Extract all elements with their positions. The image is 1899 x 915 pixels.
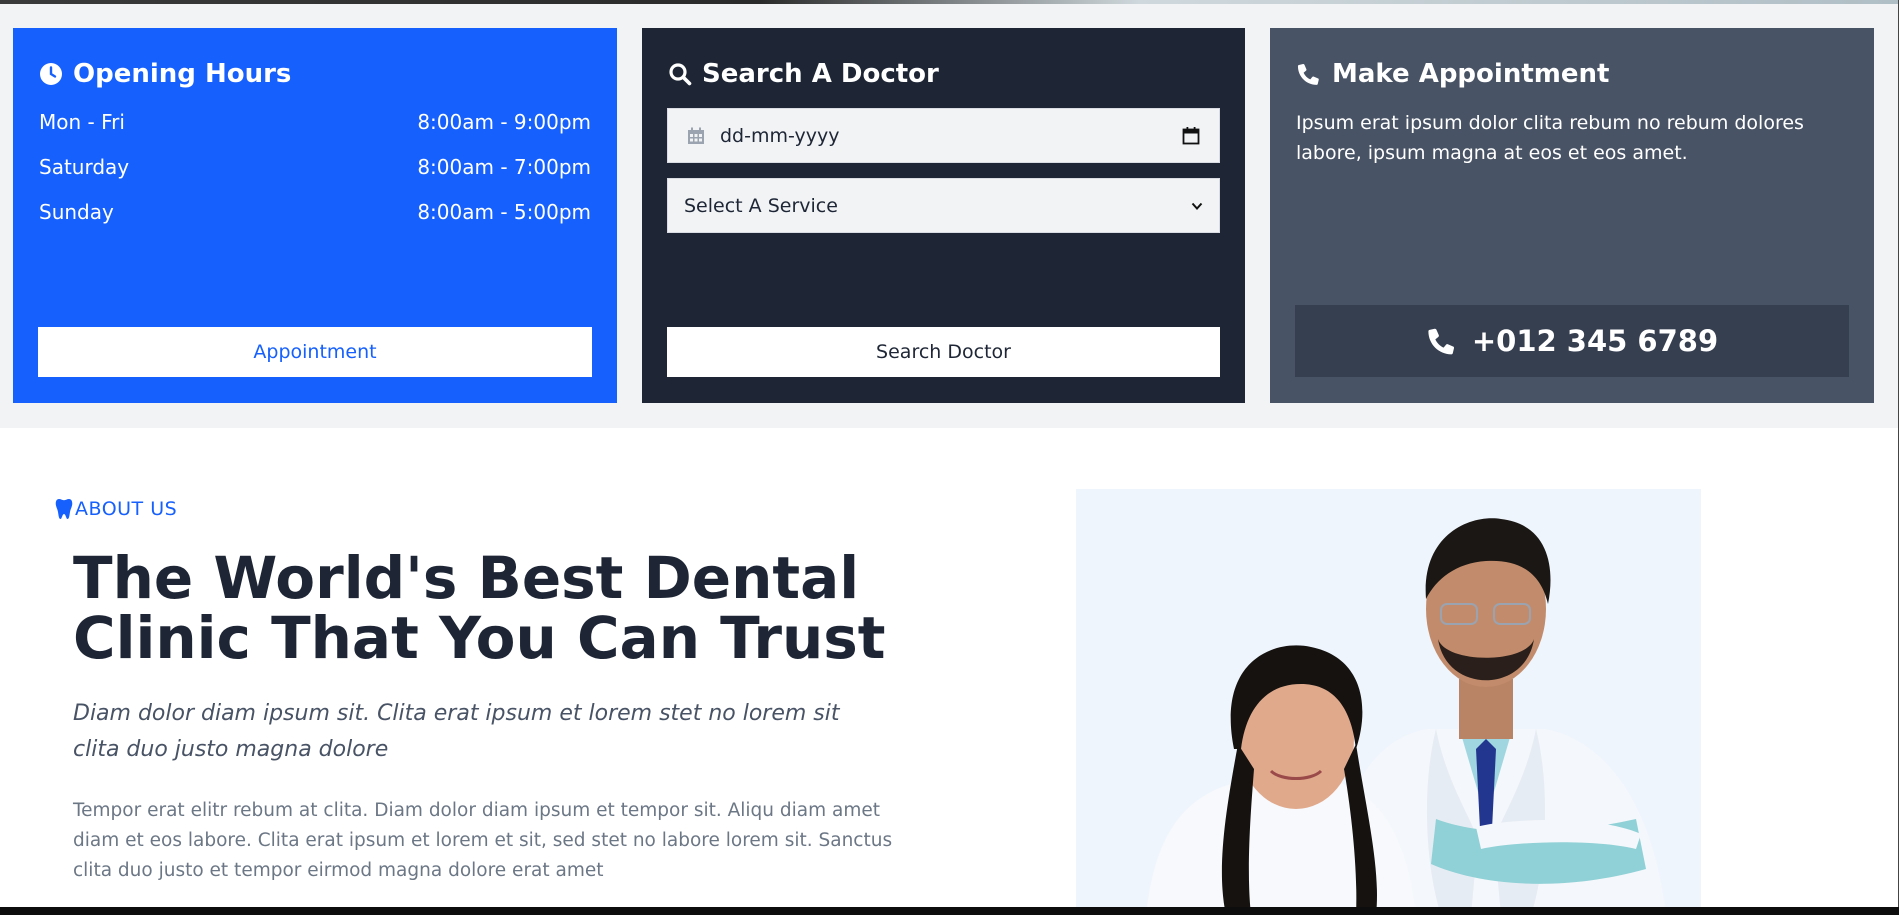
make-appointment-title-text: Make Appointment — [1332, 59, 1610, 89]
hours-row: Mon - Fri 8:00am - 9:00pm — [39, 107, 591, 137]
date-picker-icon[interactable] — [1181, 126, 1201, 146]
about-lead-text: Diam dolor diam ipsum sit. Clita erat ip… — [73, 701, 840, 762]
service-select[interactable]: Select A Service — [667, 178, 1220, 233]
hours-time: 8:00am - 7:00pm — [417, 155, 591, 179]
phone-icon — [1428, 328, 1454, 355]
phone-number: +012 345 6789 — [1471, 324, 1719, 358]
dentists-illustration — [1076, 489, 1701, 915]
hours-time: 8:00am - 5:00pm — [417, 200, 591, 224]
phone-icon — [1297, 64, 1319, 85]
service-select-value: Select A Service — [684, 194, 838, 217]
date-input[interactable]: dd-mm-yyyy — [667, 108, 1220, 163]
clock-icon — [40, 63, 62, 85]
opening-hours-title-text: Opening Hours — [73, 59, 292, 89]
opening-hours-card: Opening Hours Mon - Fri 8:00am - 9:00pm … — [13, 28, 617, 403]
hours-day: Mon - Fri — [39, 110, 125, 134]
tooth-icon — [55, 499, 73, 519]
search-doctor-button[interactable]: Search Doctor — [667, 327, 1220, 377]
make-appointment-title: Make Appointment — [1296, 56, 1848, 92]
phone-number-link[interactable]: +012 345 6789 — [1295, 305, 1849, 377]
appointment-button[interactable]: Appointment — [38, 327, 592, 377]
about-us-label-text: ABOUT US — [75, 498, 178, 520]
search-doctor-title: Search A Doctor — [668, 56, 1219, 92]
search-doctor-title-text: Search A Doctor — [702, 59, 939, 89]
opening-hours-title: Opening Hours — [39, 56, 591, 92]
info-cards-section: Opening Hours Mon - Fri 8:00am - 9:00pm … — [0, 4, 1899, 428]
hours-row: Sunday 8:00am - 5:00pm — [39, 197, 591, 227]
hours-day: Saturday — [39, 155, 130, 179]
calendar-icon — [688, 127, 704, 144]
date-input-placeholder: dd-mm-yyyy — [720, 124, 840, 147]
make-appointment-card: Make Appointment Ipsum erat ipsum dolor … — [1270, 28, 1874, 403]
search-doctor-card: Search A Doctor dd-mm-yyyy Select A Serv… — [642, 28, 1245, 403]
about-us-label: ABOUT US — [55, 498, 177, 520]
chevron-down-icon — [1191, 202, 1203, 210]
appointment-description: Ipsum erat ipsum dolor clita rebum no re… — [1296, 112, 1804, 164]
search-icon — [669, 63, 692, 86]
about-body-text: Tempor erat elitr rebum at clita. Diam d… — [73, 800, 893, 881]
hours-time: 8:00am - 9:00pm — [417, 110, 591, 134]
window-edge-bottom — [0, 907, 1899, 915]
about-title: The World's Best Dental Clinic That You … — [73, 544, 886, 672]
dentists-photo — [1076, 489, 1701, 915]
hours-day: Sunday — [39, 200, 114, 224]
hours-row: Saturday 8:00am - 7:00pm — [39, 152, 591, 182]
